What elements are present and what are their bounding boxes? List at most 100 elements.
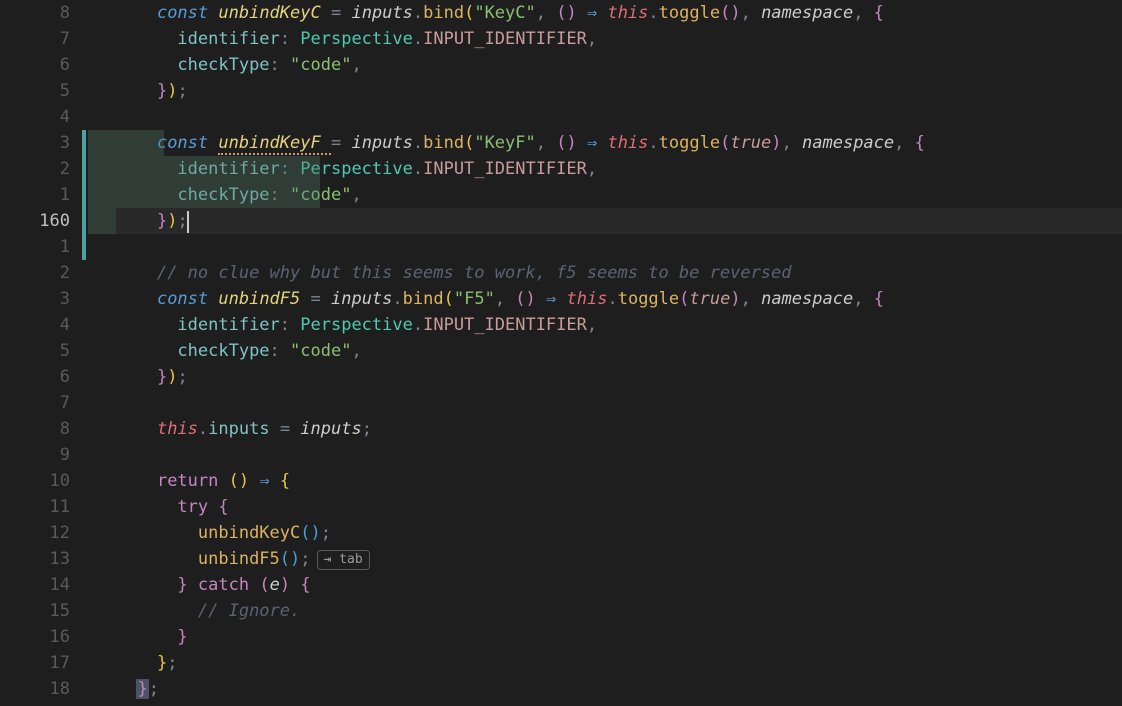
punct: . [413,315,423,335]
paren: ) [566,133,586,153]
code-line[interactable]: identifier: Perspective.INPUT_IDENTIFIER… [116,26,1122,52]
punct: . [648,3,658,23]
code-line[interactable]: // Ignore. [116,598,1122,624]
paren: ( [280,549,290,569]
paren: ) [290,549,300,569]
code-line[interactable]: }; [116,676,1122,702]
code-line[interactable]: }); [116,78,1122,104]
paren: ) [280,575,300,595]
brace: } [157,81,167,101]
paren: ( [444,289,454,309]
punct: ; [177,367,187,387]
code-line[interactable]: unbindF5(); ⇥ tab [116,546,1122,572]
paren: ) [167,81,177,101]
this: this [607,133,648,153]
variable: unbindKeyC [218,3,331,23]
bool: true [689,289,730,309]
arrow: ⇒ [259,471,279,491]
code-line[interactable]: identifier: Perspective.INPUT_IDENTIFIER… [116,156,1122,182]
code-line[interactable]: checkType: "code", [116,338,1122,364]
code-line[interactable]: try { [116,494,1122,520]
this: this [567,289,608,309]
code-line[interactable] [116,390,1122,416]
paren: ( [464,3,474,23]
punct: ; [362,419,372,439]
paren: ) [526,289,546,309]
code-line[interactable]: } [116,624,1122,650]
this: this [157,419,198,439]
punct: : [270,55,290,75]
selection-bg [88,156,320,182]
punct: , [894,133,914,153]
punct: ; [300,549,310,569]
code-line[interactable] [116,234,1122,260]
brace: { [280,471,290,491]
punct: . [413,29,423,49]
punct: ; [149,679,159,699]
call: unbindKeyC [198,523,300,543]
paren: ) [771,133,781,153]
punct: ; [177,81,187,101]
brace: } [157,653,167,673]
bool: true [730,133,771,153]
arrow: ⇒ [546,289,566,309]
arrow: ⇒ [587,3,607,23]
punct: , [495,289,515,309]
punct: : [270,341,290,361]
code-area[interactable]: const unbindKeyC = inputs.bind("KeyC", (… [88,0,1122,706]
property: identifier [177,315,279,335]
line-number: 11 [12,494,70,520]
code-line[interactable]: checkType: "code", [116,182,1122,208]
paren: ( [556,3,566,23]
line-number: 5 [12,338,70,364]
code-line[interactable]: } catch (e) { [116,572,1122,598]
line-number: 7 [12,26,70,52]
code-line[interactable]: const unbindKeyC = inputs.bind("KeyC", (… [116,0,1122,26]
method: bind [423,3,464,23]
code-line[interactable]: unbindKeyC(); [116,520,1122,546]
punct: , [741,289,761,309]
code-line[interactable]: checkType: "code", [116,52,1122,78]
punct: , [587,159,597,179]
punct: . [607,289,617,309]
punct: . [392,289,402,309]
line-number: 8 [12,0,70,26]
code-line[interactable]: const unbindF5 = inputs.bind("F5", () ⇒ … [116,286,1122,312]
code-line[interactable]: identifier: Perspective.INPUT_IDENTIFIER… [116,312,1122,338]
method: toggle [659,3,720,23]
code-line[interactable]: }); [116,364,1122,390]
code-line[interactable]: }; [116,650,1122,676]
punct: . [648,133,658,153]
ident: inputs [351,133,412,153]
line-number: 13 [12,546,70,572]
brace: { [300,575,310,595]
line-number-gutter: 8 7 6 5 4 3 2 1 160 1 2 3 4 5 6 7 8 9 10… [12,0,82,706]
line-number: 14 [12,572,70,598]
code-line[interactable] [116,442,1122,468]
code-line-active[interactable]: }); [116,208,1122,234]
code-line[interactable] [116,104,1122,130]
punct: ; [167,653,177,673]
line-number: 1 [12,234,70,260]
method: bind [403,289,444,309]
paren: ) [239,471,259,491]
string: "KeyF" [474,133,535,153]
punct: , [536,3,556,23]
punct: , [536,133,556,153]
brace-match: } [136,679,148,699]
code-editor[interactable]: 8 7 6 5 4 3 2 1 160 1 2 3 4 5 6 7 8 9 10… [0,0,1122,706]
code-line[interactable]: this.inputs = inputs; [116,416,1122,442]
selection-bg [88,208,116,234]
paren: ( [229,471,239,491]
paren: ) [730,289,740,309]
code-line[interactable]: const unbindKeyF = inputs.bind("KeyF", (… [116,130,1122,156]
punct: , [587,29,597,49]
tab-hint[interactable]: ⇥ tab [317,550,370,570]
code-line[interactable]: // no clue why but this seems to work, f… [116,260,1122,286]
line-number: 6 [12,364,70,390]
keyword: const [157,3,218,23]
call: unbindF5 [198,549,280,569]
code-line[interactable]: return () ⇒ { [116,468,1122,494]
brace: } [177,575,197,595]
string: "code" [290,55,351,75]
